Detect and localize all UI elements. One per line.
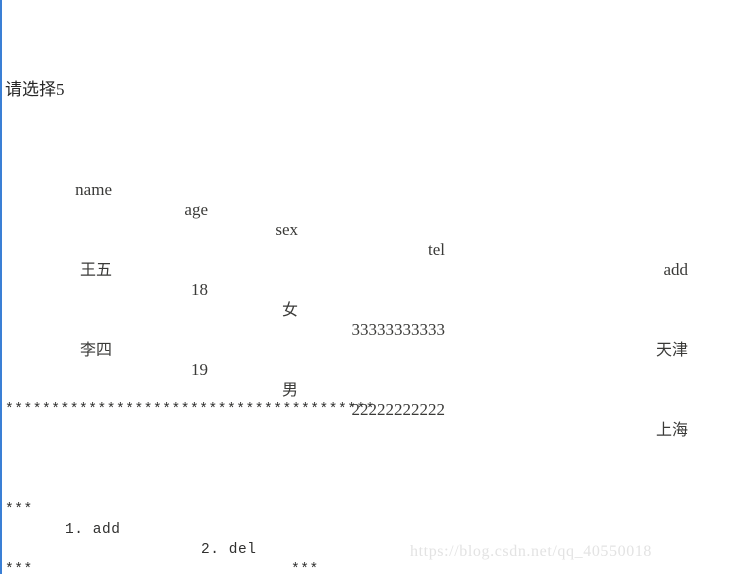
menu-left-stars: *** <box>5 502 33 518</box>
table-row: 李四 19 男 22222222222 上海 <box>5 320 688 439</box>
cell-sex: 男 <box>281 380 298 399</box>
cell-tel: 22222222222 <box>351 400 446 419</box>
prompt-choose-5-first: 请选择5 <box>5 80 65 99</box>
menu-left-stars: *** <box>5 562 33 574</box>
table-header-sex: sex <box>275 220 298 239</box>
cell-name: 李四 <box>79 340 112 359</box>
table-header-add: add <box>663 260 688 279</box>
table-header-age: age <box>184 200 208 219</box>
cell-age: 19 <box>191 360 208 379</box>
terminal-console[interactable]: 请选择5 name age sex tel add 王五 18 女 333333… <box>0 0 754 574</box>
menu-right-stars: *** <box>291 562 319 574</box>
menu-row: *** 1. add 2. del *** <box>5 480 375 574</box>
table-header-row-1: name age sex tel add <box>5 160 688 279</box>
cell-age: 18 <box>191 280 208 299</box>
cell-add: 上海 <box>655 420 688 439</box>
table-header-name: name <box>75 180 112 199</box>
menu-row: *** 3. search 4. modify *** <box>5 540 375 574</box>
cell-add: 天津 <box>655 340 688 359</box>
table-row: 王五 18 女 33333333333 天津 <box>5 240 688 359</box>
console-output: 请选择5 name age sex tel add 王五 18 女 333333… <box>5 0 688 574</box>
cell-name: 王五 <box>79 260 112 279</box>
watermark-url: https://blog.csdn.net/qq_40550018 <box>410 543 653 560</box>
menu-option-add[interactable]: 1. add <box>65 520 121 540</box>
cell-sex: 女 <box>281 300 298 319</box>
